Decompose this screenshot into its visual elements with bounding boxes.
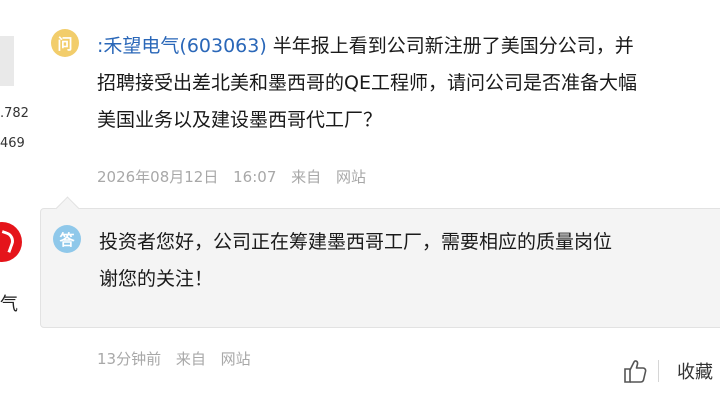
company-logo bbox=[0, 222, 22, 262]
left-panel: .782 469 气 bbox=[0, 0, 44, 405]
answer-line-2: 谢您的关注！ bbox=[99, 268, 214, 290]
company-name-fragment: 气 bbox=[0, 294, 18, 315]
answer-relative-time: 13分钟前 bbox=[97, 350, 162, 368]
stat-value-top: .782 bbox=[0, 106, 29, 121]
question-line-1-text: 半年报上看到公司新注册了美国分公司，并 bbox=[266, 35, 634, 57]
question-meta: 2026年08月12日 16:07 来自 网站 bbox=[97, 166, 376, 187]
answer-text: 投资者您好，公司正在筹建墨西哥工厂，需要相应的质量岗位 谢您的关注！ bbox=[99, 224, 720, 298]
question-source: 网站 bbox=[335, 168, 366, 186]
answer-badge: 答 bbox=[53, 225, 81, 253]
answer-line-1: 投资者您好，公司正在筹建墨西哥工厂，需要相应的质量岗位 bbox=[99, 231, 613, 253]
question-date: 2026年08月12日 bbox=[97, 168, 219, 186]
question-line-1: :禾望电气(603063) 半年报上看到公司新注册了美国分公司，并 bbox=[97, 28, 720, 65]
question-time: 16:07 bbox=[233, 168, 277, 186]
question-text: :禾望电气(603063) 半年报上看到公司新注册了美国分公司，并 招聘接受出差… bbox=[97, 28, 720, 139]
answer-source: 网站 bbox=[220, 350, 251, 368]
action-divider bbox=[658, 360, 659, 382]
question-source-prefix: 来自 bbox=[291, 168, 322, 186]
question-line-3: 美国业务以及建设墨西哥代工厂？ bbox=[97, 109, 383, 131]
thumbs-up-icon[interactable] bbox=[623, 358, 647, 384]
avatar-placeholder bbox=[0, 36, 14, 86]
answer-meta: 13分钟前 来自 网站 bbox=[97, 348, 261, 369]
stock-link[interactable]: :禾望电气(603063) bbox=[97, 35, 267, 57]
question-badge: 问 bbox=[51, 29, 79, 57]
favorite-button[interactable]: 收藏 bbox=[677, 358, 713, 384]
answer-source-prefix: 来自 bbox=[175, 350, 206, 368]
stat-value-bottom: 469 bbox=[0, 136, 25, 151]
question-line-2: 招聘接受出差北美和墨西哥的QE工程师，请问公司是否准备大幅 bbox=[97, 72, 637, 94]
